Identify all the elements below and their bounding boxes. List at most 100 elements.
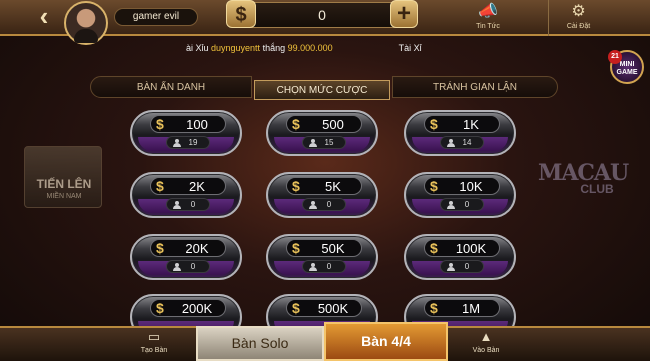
bet-value: 100K	[455, 241, 487, 256]
bet-value: 50K	[321, 241, 345, 256]
tab-solo[interactable]: Bàn Solo	[196, 326, 324, 361]
bet-pill: $5K	[286, 177, 362, 195]
tab-select-bet[interactable]: CHỌN MỨC CƯỢC	[254, 80, 390, 100]
bet-value: 200K	[181, 301, 213, 316]
player-count: 0	[190, 262, 196, 271]
macau-club-logo: MACAU CLUB	[538, 160, 629, 212]
table-card[interactable]: $100K 0	[404, 234, 516, 280]
person-icon	[447, 263, 455, 271]
player-count: 0	[464, 262, 470, 271]
player-pill: 15	[302, 136, 346, 149]
player-pill: 0	[440, 198, 484, 211]
mini-game-badge: 21	[608, 50, 622, 64]
dollar-icon: $	[156, 178, 164, 194]
person-icon	[309, 201, 317, 209]
person-icon	[173, 201, 181, 209]
tab-anonymous[interactable]: BÀN ẨN DANH	[90, 76, 252, 98]
dollar-icon: $	[430, 116, 438, 132]
bet-value: 500	[322, 117, 344, 132]
join-table-label: Vào Bàn	[472, 347, 500, 354]
person-icon	[309, 139, 317, 147]
player-pill: 0	[440, 260, 484, 273]
player-count: 14	[462, 138, 472, 147]
bet-pill: $20K	[150, 239, 226, 257]
settings-label: Cài Đặt	[566, 23, 591, 30]
megaphone-icon: 📣	[478, 3, 498, 20]
table-card[interactable]: $50K 0	[266, 234, 378, 280]
marquee-middle: thắng	[260, 43, 288, 53]
bet-value: 10K	[459, 179, 483, 194]
player-pill: 0	[166, 260, 210, 273]
table-card[interactable]: $2K 0	[130, 172, 242, 218]
avatar[interactable]	[64, 1, 108, 45]
marquee-suffix: Tài Xỉ	[398, 43, 422, 53]
tien-len-sub: MIỀN NAM	[46, 193, 82, 200]
bet-pill: $200K	[150, 299, 226, 317]
dollar-icon: $	[156, 240, 164, 256]
player-pill: 14	[440, 136, 484, 149]
tab-four-players[interactable]: Bàn 4/4	[324, 322, 448, 361]
mini-game-button[interactable]: 21 MINI GAME	[608, 50, 644, 84]
tab-anti-cheat[interactable]: TRÁNH GIAN LẬN	[392, 76, 558, 98]
winner-marquee: ài Xỉu duynguyentt thắng 99.000.000 Tài X…	[186, 40, 464, 56]
table-card[interactable]: $100 19	[130, 110, 242, 156]
player-count: 0	[326, 262, 332, 271]
player-count: 15	[324, 138, 334, 147]
bet-pill: $10K	[424, 177, 500, 195]
settings-button[interactable]: ⚙ Cài Đặt	[548, 0, 608, 36]
create-table-button[interactable]: ▭ Tạo Bàn	[126, 326, 182, 361]
bet-pill: $2K	[150, 177, 226, 195]
player-pill: 0	[302, 198, 346, 211]
gear-icon: ⚙	[571, 3, 586, 20]
tien-len-logo[interactable]: TIẾN LÊN MIỀN NAM	[24, 146, 102, 208]
bet-pill: $100	[150, 115, 226, 133]
bet-value: 1K	[463, 117, 479, 132]
news-button[interactable]: 📣 Tin Tức	[458, 0, 518, 36]
marquee-prefix: ài Xỉu	[186, 43, 212, 53]
create-table-label: Tạo Bàn	[140, 347, 168, 354]
dollar-icon: $	[430, 300, 438, 316]
tien-len-title: TIẾN LÊN	[36, 177, 92, 191]
username: gamer evil	[114, 8, 198, 26]
table-card[interactable]: $20K 0	[130, 234, 242, 280]
add-money-button[interactable]: +	[390, 0, 418, 28]
player-count: 19	[188, 138, 198, 147]
dollar-icon: $	[430, 178, 438, 194]
dollar-icon: $	[292, 178, 300, 194]
player-pill: 0	[302, 260, 346, 273]
person-icon	[173, 139, 181, 147]
person-icon	[173, 263, 181, 271]
person-icon	[447, 201, 455, 209]
person-icon	[447, 139, 455, 147]
bet-pill: $500	[286, 115, 362, 133]
join-table-button[interactable]: ▲ Vào Bàn	[456, 326, 516, 361]
player-count: 0	[190, 200, 196, 209]
bet-value: 100	[186, 117, 208, 132]
bet-value: 20K	[185, 241, 209, 256]
marquee-amount: 99.000.000	[287, 43, 333, 53]
back-button[interactable]: ‹	[30, 3, 58, 30]
bet-pill: $1M	[424, 299, 500, 317]
player-count: 0	[326, 200, 332, 209]
bet-value: 1M	[461, 301, 481, 316]
table-card[interactable]: $500 15	[266, 110, 378, 156]
dollar-icon: $	[156, 116, 164, 132]
bet-value: 500K	[317, 301, 349, 316]
table-card[interactable]: $5K 0	[266, 172, 378, 218]
person-icon	[309, 263, 317, 271]
table-card[interactable]: $1K 14	[404, 110, 516, 156]
dollar-icon: $	[292, 116, 300, 132]
bet-pill: $100K	[424, 239, 500, 257]
bet-pill: $1K	[424, 115, 500, 133]
marquee-winner: duynguyentt	[211, 43, 261, 53]
table-icon: ▭	[147, 329, 161, 344]
dollar-icon: $	[292, 300, 300, 316]
balance-value: 0	[318, 7, 326, 23]
dollar-icon: $	[226, 0, 256, 28]
bet-pill: $50K	[286, 239, 362, 257]
table-card[interactable]: $10K 0	[404, 172, 516, 218]
dollar-icon: $	[430, 240, 438, 256]
player-count: 0	[464, 200, 470, 209]
bet-pill: $500K	[286, 299, 362, 317]
dollar-icon: $	[292, 240, 300, 256]
